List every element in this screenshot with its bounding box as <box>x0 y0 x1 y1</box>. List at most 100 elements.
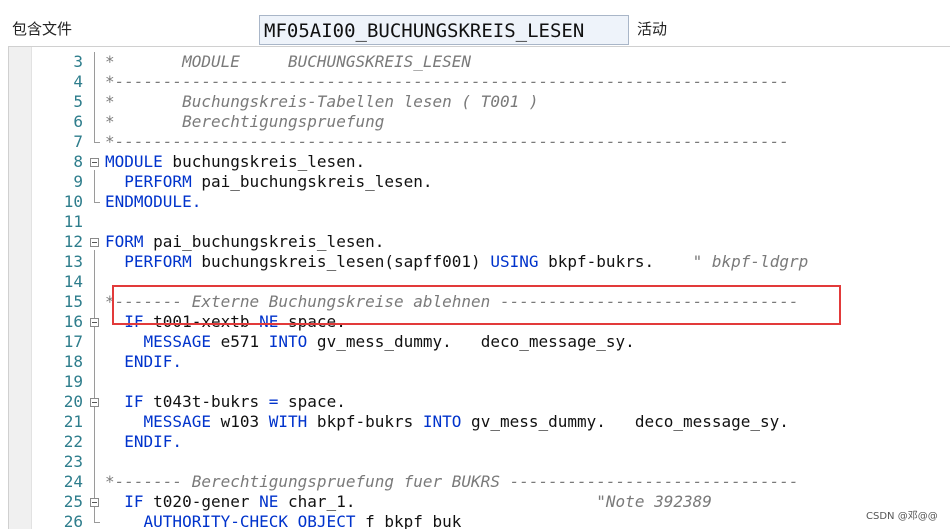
fold-toggle-icon[interactable] <box>90 398 99 407</box>
code-text: gv_mess_dummy. deco_message_sy. <box>307 332 635 351</box>
code-keyword: PERFORM <box>124 172 192 191</box>
code-text: bkpf-bukrs. <box>538 252 674 271</box>
code-keyword: ENDMODULE. <box>105 192 202 211</box>
code-keyword: IF <box>124 392 144 411</box>
code-keyword: NE <box>259 492 279 511</box>
program-name-field[interactable]: MF05AI00_BUCHUNGSKREIS_LESEN <box>259 15 629 45</box>
fold-toggle-icon[interactable] <box>90 318 99 327</box>
line-number: 4 <box>73 72 83 91</box>
fold-guide-end <box>94 142 100 143</box>
code-line[interactable]: MODULE buchungskreis_lesen. <box>105 152 365 172</box>
line-number: 19 <box>63 372 83 391</box>
line-number: 23 <box>63 452 83 471</box>
code-comment: "Note 392389 <box>596 492 712 511</box>
line-number: 16 <box>63 312 83 331</box>
editor-gutter <box>9 47 32 529</box>
fold-guide-end <box>94 522 100 523</box>
code-line[interactable]: ENDIF. <box>105 432 182 452</box>
line-number: 21 <box>63 412 83 431</box>
code-line[interactable]: IF t043t-bukrs = space. <box>105 392 346 412</box>
code-text: space. <box>278 392 346 411</box>
watermark: CSDN @邓@@ <box>866 511 938 522</box>
code-line[interactable]: *---------------------------------------… <box>105 72 789 92</box>
line-number: 3 <box>73 52 83 71</box>
code-keyword: FORM <box>105 232 144 251</box>
code-keyword: ENDIF. <box>124 352 183 371</box>
code-line[interactable]: FORM pai_buchungskreis_lesen. <box>105 232 384 252</box>
code-line[interactable]: IF t020-gener NE char_1. "Note 392389 <box>105 492 712 512</box>
code-keyword: = <box>268 392 279 411</box>
line-number: 6 <box>73 112 83 131</box>
code-line[interactable]: ENDIF. <box>105 352 182 372</box>
code-text: t043t-bukrs <box>143 392 269 411</box>
code-text: char_1. <box>278 492 597 511</box>
line-number: 9 <box>73 172 83 191</box>
code-text: pai_buchungskreis_lesen. <box>191 172 433 191</box>
code-comment: *------- Berechtigungspruefung fuer BUKR… <box>105 472 799 491</box>
code-line[interactable]: MESSAGE e571 INTO gv_mess_dummy. deco_me… <box>105 332 635 352</box>
line-number: 20 <box>63 392 83 411</box>
line-number: 13 <box>63 252 83 271</box>
code-line[interactable]: *---------------------------------------… <box>105 132 789 152</box>
code-keyword: WITH <box>268 412 308 431</box>
code-line[interactable]: AUTHORITY-CHECK OBJECT f_bkpf_buk <box>105 512 462 529</box>
code-text: buchungskreis_lesen(sapff001) <box>191 252 491 271</box>
code-keyword: INTO <box>268 332 308 351</box>
code-line[interactable]: ENDMODULE. <box>105 192 201 212</box>
code-editor[interactable]: 3 * MODULE BUCHUNGSKREIS_LESEN 4 *---------… <box>8 46 950 529</box>
line-number: 10 <box>63 192 83 211</box>
fold-guide-line <box>94 170 95 202</box>
line-number: 15 <box>63 292 83 311</box>
code-line[interactable]: * Berechtigungspruefung <box>105 112 384 132</box>
code-keyword: MESSAGE <box>143 332 211 351</box>
fold-guide-line <box>94 52 95 142</box>
code-keyword: PERFORM <box>124 252 192 271</box>
code-comment: * MODULE BUCHUNGSKREIS_LESEN <box>105 52 472 71</box>
code-comment: * Buchungskreis-Tabellen lesen ( T001 ) <box>105 92 539 111</box>
code-line[interactable]: * MODULE BUCHUNGSKREIS_LESEN <box>105 52 471 72</box>
code-comment: * Berechtigungspruefung <box>105 112 385 131</box>
code-line[interactable]: *------- Berechtigungspruefung fuer BUKR… <box>105 472 799 492</box>
include-label: 包含文件 <box>12 20 73 38</box>
code-line[interactable]: MESSAGE w103 WITH bkpf-bukrs INTO gv_mes… <box>105 412 789 432</box>
toolbar-header: 包含文件 MF05AI00_BUCHUNGSKREIS_LESEN 活动 <box>0 0 950 46</box>
line-number: 18 <box>63 352 83 371</box>
fold-guide-line <box>94 250 95 522</box>
code-comment: *---------------------------------------… <box>105 72 789 91</box>
fold-toggle-icon[interactable] <box>90 238 99 247</box>
code-text: bkpf-bukrs <box>307 412 423 431</box>
code-text: gv_mess_dummy. deco_message_sy. <box>461 412 789 431</box>
code-line[interactable]: * Buchungskreis-Tabellen lesen ( T001 ) <box>105 92 538 112</box>
code-comment: " bkpf-ldgrp <box>673 252 809 271</box>
line-number: 26 <box>63 512 83 529</box>
code-text: f_bkpf_buk <box>355 512 462 529</box>
code-text: t020-gener <box>143 492 260 511</box>
fold-toggle-icon[interactable] <box>90 498 99 507</box>
line-number: 14 <box>63 272 83 291</box>
code-text: w103 <box>210 412 269 431</box>
code-line[interactable]: PERFORM buchungskreis_lesen(sapff001) US… <box>105 252 808 272</box>
code-comment: *---------------------------------------… <box>105 132 789 151</box>
code-keyword: USING <box>490 252 539 271</box>
line-number: 11 <box>63 212 83 231</box>
fold-toggle-icon[interactable] <box>90 158 99 167</box>
line-number: 25 <box>63 492 83 511</box>
line-number: 8 <box>73 152 83 171</box>
code-keyword: IF <box>124 492 144 511</box>
code-text: pai_buchungskreis_lesen. <box>143 232 385 251</box>
fold-guide-end <box>94 202 100 203</box>
highlight-box <box>112 285 841 325</box>
code-keyword: MODULE <box>105 152 163 171</box>
line-number: 17 <box>63 332 83 351</box>
code-line[interactable]: PERFORM pai_buchungskreis_lesen. <box>105 172 433 192</box>
line-number: 22 <box>63 432 83 451</box>
code-text: buchungskreis_lesen. <box>162 152 366 171</box>
